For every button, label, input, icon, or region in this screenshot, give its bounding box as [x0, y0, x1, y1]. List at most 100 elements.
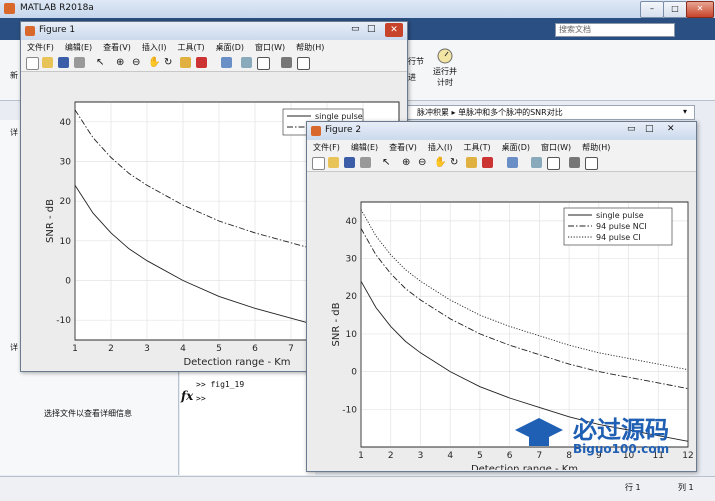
address-bar[interactable]: 脉冲积累 ▸ 单脉冲和多个脉冲的SNR对比	[400, 105, 695, 120]
menu-window[interactable]: 窗口(W)	[249, 40, 290, 53]
pan-icon[interactable]: ✋	[148, 57, 160, 68]
open-file-icon[interactable]	[42, 57, 53, 68]
x-tick-label: 3	[418, 451, 424, 461]
y-tick-label: -10	[56, 316, 71, 326]
legend-icon[interactable]	[547, 157, 560, 170]
y-axis-label: SNR - dB	[45, 199, 56, 243]
link-icon[interactable]	[507, 157, 518, 168]
hide-plot-tools-icon[interactable]	[569, 157, 580, 168]
menu-desktop[interactable]: 桌面(D)	[496, 140, 535, 153]
y-tick-label: 0	[65, 277, 71, 287]
menu-insert[interactable]: 插入(I)	[422, 140, 458, 153]
y-tick-label: 40	[346, 217, 358, 227]
status-bar	[0, 476, 715, 501]
menu-help[interactable]: 帮助(H)	[576, 140, 615, 153]
brush-icon[interactable]	[482, 157, 493, 168]
figure2-close-button[interactable]: ✕	[667, 124, 675, 134]
pan-icon[interactable]: ✋	[434, 157, 446, 168]
save-icon[interactable]	[344, 157, 355, 168]
hide-plot-tools-icon[interactable]	[281, 57, 292, 68]
menu-tools[interactable]: 工具(T)	[457, 140, 495, 153]
figure1-minimize-button[interactable]: ▭	[351, 24, 360, 34]
open-file-icon[interactable]	[328, 157, 339, 168]
fx-icon[interactable]: fx	[181, 389, 193, 403]
zoom-in-icon[interactable]: ⊕	[116, 57, 127, 68]
menu-desktop[interactable]: 桌面(D)	[210, 40, 249, 53]
address-dropdown-icon[interactable]: ▾	[683, 107, 687, 116]
watermark-brand: 必过源码	[573, 416, 669, 444]
zoom-out-icon[interactable]: ⊖	[418, 157, 429, 168]
menu-file[interactable]: 文件(F)	[307, 140, 345, 153]
menu-edit[interactable]: 编辑(E)	[345, 140, 383, 153]
ribbon-section-fragment[interactable]: 行节	[408, 56, 424, 67]
figure2-menubar: 文件(F) 编辑(E) 查看(V) 插入(I) 工具(T) 桌面(D) 窗口(W) 帮助(H)	[307, 140, 696, 155]
menu-edit[interactable]: 编辑(E)	[59, 40, 97, 53]
print-icon[interactable]	[360, 157, 371, 168]
rotate-icon[interactable]: ↻	[450, 157, 461, 168]
y-tick-label: 20	[60, 197, 72, 207]
new-figure-icon[interactable]	[26, 57, 39, 70]
details-empty-text: 选择文件以查看详细信息	[44, 409, 132, 418]
colorbar-icon[interactable]	[531, 157, 542, 168]
x-tick-label: 3	[144, 344, 150, 354]
figure2-titlebar[interactable]: Figure 2 ▭ □ ✕	[307, 122, 696, 140]
figure1-maximize-button[interactable]: □	[367, 24, 376, 34]
y-tick-label: 30	[60, 158, 72, 168]
x-tick-label: 5	[216, 344, 222, 354]
show-plot-tools-icon[interactable]	[585, 157, 598, 170]
search-input[interactable]: 搜索文档	[555, 23, 675, 37]
details-panel-label: 详	[10, 343, 18, 352]
ribbon-new-fragment[interactable]: 新	[10, 70, 18, 81]
app-title: MATLAB R2018a	[20, 3, 94, 13]
menu-insert[interactable]: 插入(I)	[136, 40, 172, 53]
print-icon[interactable]	[74, 57, 85, 68]
legend-entry: 94 pulse CI	[596, 233, 641, 242]
menu-file[interactable]: 文件(F)	[21, 40, 59, 53]
zoom-in-icon[interactable]: ⊕	[402, 157, 413, 168]
figure1-close-button[interactable]: ✕	[385, 23, 403, 37]
menu-view[interactable]: 查看(V)	[383, 140, 422, 153]
y-tick-label: 40	[60, 118, 72, 128]
maximize-button[interactable]: □	[663, 1, 687, 18]
ribbon-section-fragment-2[interactable]: 进	[408, 72, 416, 83]
figure2-minimize-button[interactable]: ▭	[627, 124, 636, 134]
pointer-icon[interactable]: ↖	[382, 157, 393, 168]
pointer-icon[interactable]: ↖	[96, 57, 107, 68]
menu-tools[interactable]: 工具(T)	[171, 40, 209, 53]
x-axis-label: Detection range - Km	[471, 464, 578, 470]
y-axis-label: SNR - dB	[331, 302, 342, 346]
menu-view[interactable]: 查看(V)	[97, 40, 136, 53]
colorbar-icon[interactable]	[241, 57, 252, 68]
brush-icon[interactable]	[196, 57, 207, 68]
status-col: 列 1	[678, 483, 694, 492]
run-and-time-button[interactable]: 运行并 计时	[428, 46, 462, 88]
rotate-icon[interactable]: ↻	[164, 57, 175, 68]
figure1-titlebar[interactable]: Figure 1 ▭ □ ✕	[21, 22, 407, 40]
legend-entry: 94 pulse NCI	[596, 222, 647, 231]
figure-icon	[25, 26, 35, 36]
data-cursor-icon[interactable]	[180, 57, 191, 68]
minimize-button[interactable]: –	[640, 1, 664, 18]
menu-help[interactable]: 帮助(H)	[290, 40, 329, 53]
command-prompt[interactable]: >>	[196, 394, 206, 403]
show-plot-tools-icon[interactable]	[297, 57, 310, 70]
zoom-out-icon[interactable]: ⊖	[132, 57, 143, 68]
figure2-toolbar: ↖ ⊕ ⊖ ✋ ↻	[307, 155, 696, 172]
legend-entry: single pulse	[315, 112, 363, 121]
x-tick-label: 4	[447, 451, 453, 461]
command-prompt-history: >> fig1_19	[196, 380, 245, 389]
figure1-toolbar: ↖ ⊕ ⊖ ✋ ↻	[21, 55, 407, 72]
save-icon[interactable]	[58, 57, 69, 68]
link-icon[interactable]	[221, 57, 232, 68]
figure2-maximize-button[interactable]: □	[645, 124, 654, 134]
watermark: 必过源码 Biguo100.com	[505, 408, 705, 460]
close-button[interactable]: ✕	[686, 1, 714, 18]
menu-window[interactable]: 窗口(W)	[535, 140, 576, 153]
legend-icon[interactable]	[257, 57, 270, 70]
y-tick-label: 0	[351, 368, 357, 378]
y-tick-label: 10	[60, 237, 72, 247]
new-figure-icon[interactable]	[312, 157, 325, 170]
x-tick-label: 5	[477, 451, 483, 461]
stopwatch-icon	[437, 48, 453, 64]
data-cursor-icon[interactable]	[466, 157, 477, 168]
